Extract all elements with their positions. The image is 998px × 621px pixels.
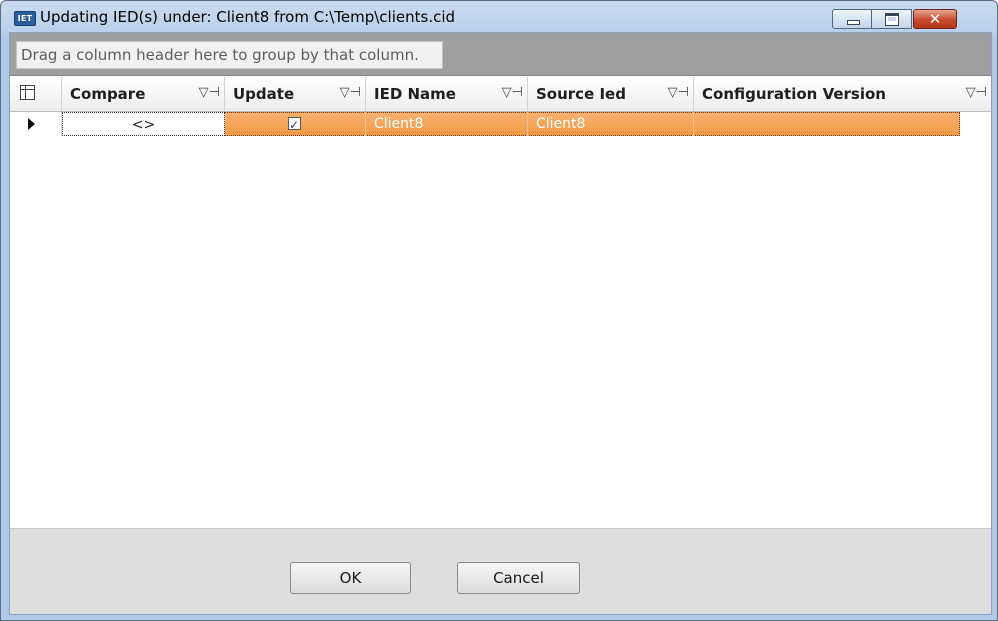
column-header-label: Compare: [70, 85, 146, 103]
column-header-ied-name[interactable]: IED Name ▽⊣: [366, 77, 528, 111]
dialog-footer: OK Cancel: [10, 529, 991, 614]
ied-grid: Compare ▽⊣ Update ▽⊣ IED Name ▽⊣ Source …: [10, 77, 991, 529]
update-cell[interactable]: ✓: [225, 112, 366, 136]
cancel-button[interactable]: Cancel: [457, 562, 580, 594]
filter-pin-icon[interactable]: ▽⊣: [199, 85, 220, 100]
close-button[interactable]: ✕: [913, 9, 957, 29]
title-bar[interactable]: IET Updating IED(s) under: Client8 from …: [1, 1, 997, 33]
column-header-source-ied[interactable]: Source Ied ▽⊣: [528, 77, 694, 111]
configuration-version-cell[interactable]: [694, 112, 960, 136]
maximize-icon: [885, 13, 899, 26]
maximize-button[interactable]: [872, 9, 912, 29]
column-header-update[interactable]: Update ▽⊣: [225, 77, 366, 111]
close-icon: ✕: [928, 10, 942, 28]
ok-button[interactable]: OK: [290, 562, 411, 594]
dialog-content: Drag a column header here to group by th…: [9, 32, 992, 615]
update-checkbox[interactable]: ✓: [288, 117, 301, 132]
column-header-label: Source Ied: [536, 85, 626, 103]
app-icon: IET: [14, 11, 36, 26]
filter-pin-icon[interactable]: ▽⊣: [668, 85, 689, 100]
grid-header-row: Compare ▽⊣ Update ▽⊣ IED Name ▽⊣ Source …: [10, 77, 991, 112]
table-row[interactable]: <> ✓ Client8 Client8: [10, 112, 991, 136]
column-header-label: Update: [233, 85, 295, 103]
compare-cell[interactable]: <>: [62, 112, 225, 136]
window-title: Updating IED(s) under: Client8 from C:\T…: [40, 8, 456, 26]
column-header-configuration-version[interactable]: Configuration Version ▽⊣: [694, 77, 991, 111]
checkmark-icon: ✓: [289, 118, 300, 132]
current-row-arrow-icon: [28, 118, 35, 130]
row-indicator[interactable]: [10, 112, 62, 136]
column-header-label: Configuration Version: [702, 85, 886, 103]
group-by-panel[interactable]: Drag a column header here to group by th…: [10, 33, 991, 76]
ied-name-cell[interactable]: Client8: [366, 112, 528, 136]
group-by-hint: Drag a column header here to group by th…: [16, 41, 443, 69]
dialog-window: IET Updating IED(s) under: Client8 from …: [0, 0, 998, 621]
minimize-button[interactable]: [832, 9, 872, 29]
column-chooser-icon: [20, 85, 35, 100]
filter-pin-icon[interactable]: ▽⊣: [340, 85, 361, 100]
column-header-label: IED Name: [374, 85, 456, 103]
column-header-compare[interactable]: Compare ▽⊣: [62, 77, 225, 111]
filter-pin-icon[interactable]: ▽⊣: [966, 85, 987, 100]
filter-pin-icon[interactable]: ▽⊣: [502, 85, 523, 100]
column-chooser-button[interactable]: [10, 77, 62, 111]
minimize-icon: [847, 20, 860, 25]
source-ied-cell[interactable]: Client8: [528, 112, 694, 136]
